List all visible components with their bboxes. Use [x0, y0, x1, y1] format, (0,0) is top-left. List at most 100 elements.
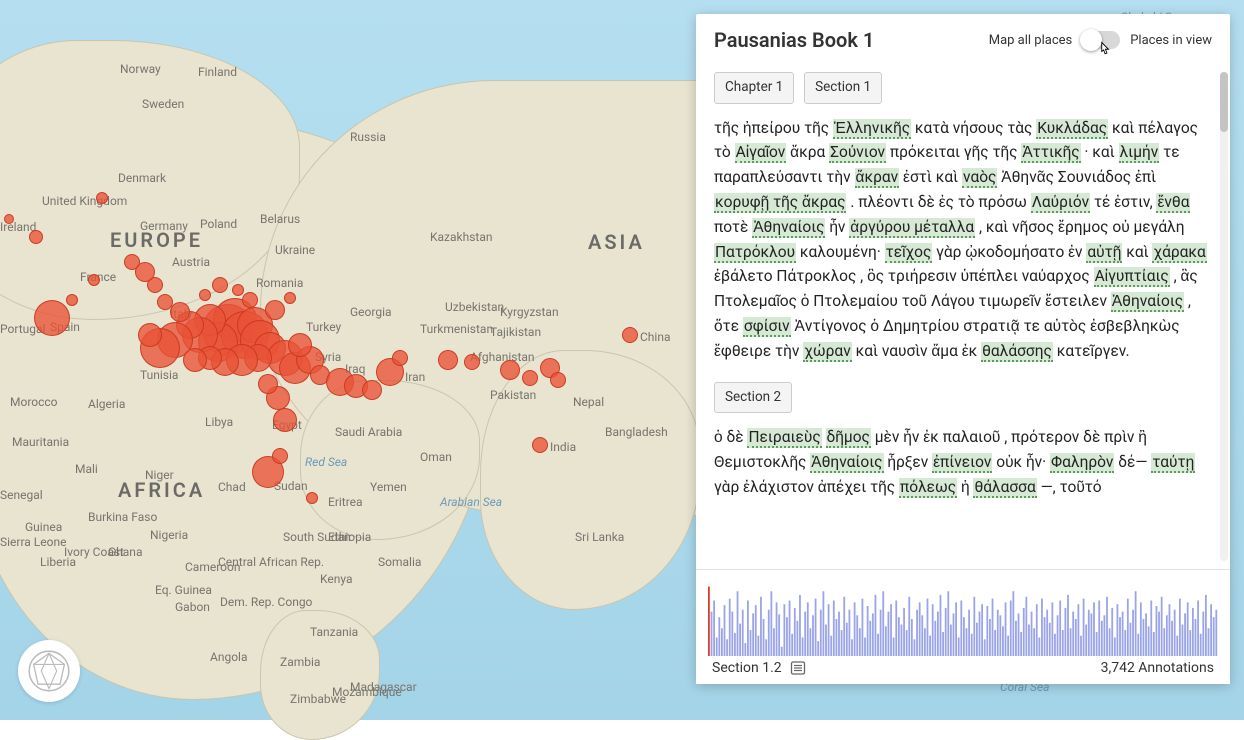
density-bar[interactable]	[992, 599, 994, 656]
density-bar[interactable]	[1195, 619, 1197, 656]
density-bar[interactable]	[1137, 634, 1139, 656]
place-annotation[interactable]: Σούνιον	[829, 143, 886, 163]
density-bar[interactable]	[1145, 613, 1147, 656]
density-bar[interactable]	[1158, 612, 1160, 656]
place-bubble[interactable]	[288, 333, 312, 357]
place-bubble[interactable]	[212, 277, 228, 293]
place-annotation[interactable]: τεῖχος	[885, 243, 933, 263]
density-bar[interactable]	[804, 612, 806, 656]
density-bar[interactable]	[1093, 602, 1095, 656]
place-annotation[interactable]: θαλάσσης	[981, 342, 1053, 362]
density-bar[interactable]	[1119, 617, 1121, 656]
density-bar[interactable]	[825, 625, 827, 656]
density-bar[interactable]	[950, 625, 952, 656]
density-bar[interactable]	[1205, 595, 1207, 656]
density-bar[interactable]	[932, 604, 934, 656]
density-bar[interactable]	[1046, 610, 1048, 656]
density-bar[interactable]	[744, 643, 746, 656]
density-bar[interactable]	[1140, 602, 1142, 656]
place-bubble[interactable]	[622, 327, 638, 343]
density-bar[interactable]	[729, 599, 731, 656]
density-bar[interactable]	[945, 608, 947, 656]
density-bar[interactable]	[1143, 619, 1145, 656]
density-bar[interactable]	[906, 630, 908, 656]
density-bar[interactable]	[726, 639, 728, 656]
density-bar[interactable]	[1020, 632, 1022, 656]
density-bar[interactable]	[947, 591, 949, 656]
density-bar[interactable]	[867, 606, 869, 656]
density-bar[interactable]	[802, 638, 804, 657]
density-bar[interactable]	[851, 639, 853, 656]
place-bubble[interactable]	[232, 284, 244, 296]
density-bar[interactable]	[731, 612, 733, 656]
place-annotation[interactable]: Φαληρὸν	[1050, 453, 1114, 473]
density-bar[interactable]	[1104, 615, 1106, 656]
place-bubble[interactable]	[96, 192, 108, 204]
density-bar[interactable]	[1067, 595, 1069, 656]
density-bar[interactable]	[1083, 599, 1085, 656]
place-annotation[interactable]: Κυκλάδας	[1036, 119, 1108, 139]
density-bar[interactable]	[794, 608, 796, 656]
place-annotation[interactable]: ἐπίνειον	[932, 453, 992, 473]
density-bar[interactable]	[1213, 617, 1215, 656]
density-bar[interactable]	[1072, 612, 1074, 656]
place-annotation[interactable]: Λαύριόν	[1031, 193, 1090, 213]
place-annotation[interactable]: κορυφῇ τῆς ἄκρας	[714, 193, 846, 213]
density-bar[interactable]	[929, 636, 931, 656]
density-bar[interactable]	[986, 606, 988, 656]
density-bar[interactable]	[971, 634, 973, 656]
density-bar[interactable]	[1059, 601, 1061, 657]
density-bar[interactable]	[877, 634, 879, 656]
density-bar[interactable]	[1114, 638, 1116, 657]
density-bar[interactable]	[1179, 599, 1181, 656]
place-annotation[interactable]: ἔνθα	[1156, 193, 1190, 213]
density-bar[interactable]	[760, 597, 762, 656]
place-annotation[interactable]: λιμήν	[1119, 143, 1160, 163]
density-bar[interactable]	[1057, 615, 1059, 656]
density-bar[interactable]	[885, 626, 887, 656]
density-bar[interactable]	[1054, 634, 1056, 656]
section-chip-2[interactable]: Section 2	[714, 382, 792, 414]
density-bar[interactable]	[747, 601, 749, 657]
density-bar[interactable]	[849, 610, 851, 656]
density-bar[interactable]	[1033, 628, 1035, 656]
density-bar[interactable]	[1197, 601, 1199, 657]
density-bar[interactable]	[1062, 630, 1064, 656]
density-bar[interactable]	[1070, 628, 1072, 656]
place-annotation[interactable]: Πατρόκλου	[714, 243, 796, 263]
density-bar[interactable]	[718, 617, 720, 656]
density-bar[interactable]	[911, 619, 913, 656]
place-bubble[interactable]	[138, 323, 162, 347]
density-bar[interactable]	[1077, 604, 1079, 656]
density-bar[interactable]	[778, 614, 780, 656]
density-bar[interactable]	[763, 619, 765, 656]
density-bar[interactable]	[757, 636, 759, 656]
density-bar[interactable]	[765, 639, 767, 656]
density-bar[interactable]	[742, 610, 744, 656]
density-bar[interactable]	[1161, 597, 1163, 656]
density-bar[interactable]	[1075, 619, 1077, 656]
density-bar[interactable]	[1012, 591, 1014, 656]
density-bar[interactable]	[908, 597, 910, 656]
place-bubble[interactable]	[362, 380, 382, 400]
density-bar[interactable]	[1187, 602, 1189, 656]
place-annotation[interactable]: χάρακα	[1152, 243, 1206, 263]
density-bar[interactable]	[937, 612, 939, 656]
place-bubble[interactable]	[124, 254, 140, 270]
place-bubble[interactable]	[183, 348, 207, 372]
density-bar[interactable]	[973, 597, 975, 656]
density-bar[interactable]	[812, 615, 814, 656]
section-chip-1[interactable]: Section 1	[804, 72, 882, 104]
density-bar[interactable]	[934, 621, 936, 656]
density-bar[interactable]	[1051, 602, 1053, 656]
place-bubble[interactable]	[284, 292, 296, 304]
density-bar[interactable]	[1044, 617, 1046, 656]
density-bar[interactable]	[1156, 606, 1158, 656]
density-bar[interactable]	[846, 623, 848, 656]
density-bar[interactable]	[1015, 621, 1017, 656]
place-bubble[interactable]	[392, 350, 408, 366]
density-bar[interactable]	[1098, 601, 1100, 657]
place-bubble[interactable]	[157, 294, 173, 310]
place-annotation[interactable]: χώραν	[803, 342, 851, 362]
density-bar[interactable]	[921, 615, 923, 656]
